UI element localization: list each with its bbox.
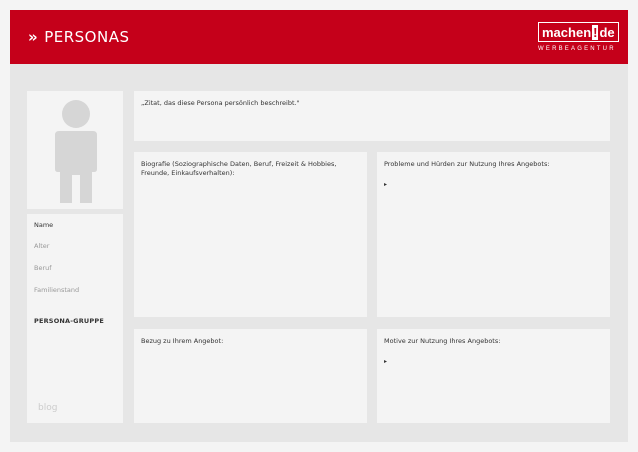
logo-tagline: WERBEAGENTUR bbox=[538, 46, 616, 52]
field-family: Familienstand bbox=[34, 286, 80, 294]
problems-label: Probleme und Hürden zur Nutzung Ihres An… bbox=[384, 160, 550, 168]
quote-panel: „Zitat, das diese Persona persönlich bes… bbox=[134, 91, 610, 141]
logo-suffix: de bbox=[599, 25, 615, 40]
page-title-text: PERSONAS bbox=[44, 28, 130, 46]
field-name: Name bbox=[34, 221, 54, 229]
relation-panel: Bezug zu Ihrem Angebot: bbox=[134, 329, 367, 423]
page-title: » PERSONAS bbox=[28, 28, 129, 46]
field-age: Alter bbox=[34, 242, 50, 250]
problems-panel: Probleme und Hürden zur Nutzung Ihres An… bbox=[377, 152, 610, 317]
quote-text: „Zitat, das diese Persona persönlich bes… bbox=[141, 99, 300, 107]
logo-mark: ! bbox=[592, 25, 599, 40]
logo-wordmark: machen! de bbox=[538, 22, 619, 42]
field-persona-group: PERSONA-GRUPPE bbox=[34, 317, 104, 325]
biography-panel: Biografie (Soziographische Daten, Beruf,… bbox=[134, 152, 367, 317]
biography-label: Biografie (Soziographische Daten, Beruf,… bbox=[141, 160, 337, 177]
motives-label: Motive zur Nutzung Ihres Angebots: bbox=[384, 337, 501, 345]
relation-label: Bezug zu Ihrem Angebot: bbox=[141, 337, 224, 345]
chevron-right-icon: » bbox=[28, 28, 39, 46]
brand-logo: machen! de WERBEAGENTUR bbox=[538, 22, 619, 58]
bullet-icon: ▸ bbox=[384, 181, 388, 188]
profile-panel: Name Alter Beruf Familienstand PERSONA-G… bbox=[27, 214, 123, 423]
header-bar: » PERSONAS machen! de WERBEAGENTUR bbox=[10, 10, 628, 64]
blog-label: blog bbox=[38, 403, 58, 413]
field-job: Beruf bbox=[34, 264, 52, 272]
bullet-icon: ▸ bbox=[384, 358, 388, 365]
motives-panel: Motive zur Nutzung Ihres Angebots: ▸ bbox=[377, 329, 610, 423]
avatar-panel bbox=[27, 91, 123, 209]
person-silhouette-icon bbox=[55, 100, 97, 203]
logo-word: machen bbox=[542, 25, 592, 40]
